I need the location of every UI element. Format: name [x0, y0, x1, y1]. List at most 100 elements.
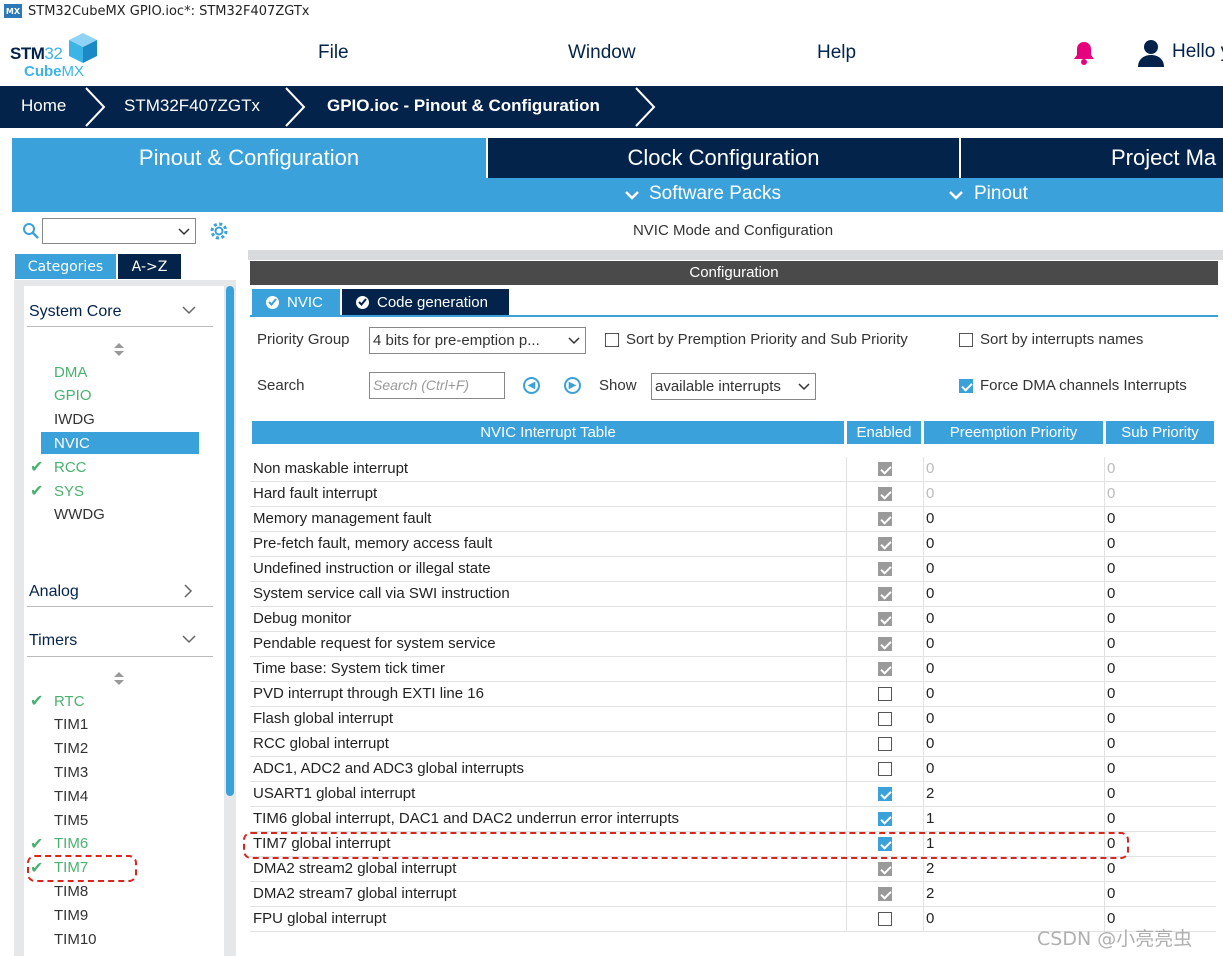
sub-priority-value[interactable]: 0	[1107, 785, 1115, 802]
table-row[interactable]: Non maskable interrupt 0 0	[250, 457, 1216, 482]
sub-priority-value[interactable]: 0	[1107, 710, 1115, 727]
peripheral-item-sys[interactable]: SYS	[54, 480, 84, 502]
sub-priority-value[interactable]: 0	[1107, 760, 1115, 777]
sub-priority-value[interactable]: 0	[1107, 635, 1115, 652]
peripheral-item-gpio[interactable]: GPIO	[54, 385, 92, 407]
peripheral-item-tim10[interactable]: TIM10	[54, 928, 97, 950]
search-previous-icon[interactable]: ◀	[523, 377, 540, 394]
table-row[interactable]: Flash global interrupt 0 0	[250, 707, 1216, 732]
category-timers[interactable]: Timers	[29, 632, 77, 650]
preemption-priority-value[interactable]: 0	[926, 710, 934, 727]
sub-priority-value[interactable]: 0	[1107, 535, 1115, 552]
enabled-checkbox[interactable]	[878, 537, 892, 551]
peripheral-item-tim9[interactable]: TIM9	[54, 904, 88, 926]
menu-file[interactable]: File	[318, 42, 349, 64]
menu-window[interactable]: Window	[568, 42, 636, 64]
preemption-priority-value[interactable]: 0	[926, 910, 934, 927]
enabled-checkbox[interactable]	[878, 787, 892, 801]
enabled-checkbox[interactable]	[878, 862, 892, 876]
breadcrumb-mcu[interactable]: STM32F407ZGTx	[124, 96, 260, 116]
sort-names-checkbox[interactable]	[959, 333, 973, 347]
table-row[interactable]: System service call via SWI instruction 0…	[250, 582, 1216, 607]
sub-priority-value[interactable]: 0	[1107, 885, 1115, 902]
chevron-down-icon[interactable]	[182, 306, 196, 315]
tab-categories[interactable]: Categories	[15, 254, 116, 279]
software-packs-menu[interactable]: Software Packs	[649, 183, 781, 205]
header-interrupt-table[interactable]: NVIC Interrupt Table	[252, 421, 844, 444]
peripheral-item-nvic[interactable]: NVIC	[41, 432, 199, 455]
sub-priority-value[interactable]: 0	[1107, 610, 1115, 627]
tab-a-to-z[interactable]: A->Z	[118, 254, 181, 279]
peripheral-item-wwdg[interactable]: WWDG	[54, 504, 105, 526]
table-row[interactable]: Pendable request for system service 0 0	[250, 632, 1216, 657]
preemption-priority-value[interactable]: 0	[926, 610, 934, 627]
table-row[interactable]: Pre-fetch fault, memory access fault 0 0	[250, 532, 1216, 557]
table-row[interactable]: ADC1, ADC2 and ADC3 global interrupts 0 0	[250, 757, 1216, 782]
enabled-checkbox[interactable]	[878, 912, 892, 926]
sub-priority-value[interactable]: 0	[1107, 810, 1115, 827]
peripheral-item-tim2[interactable]: TIM2	[54, 738, 88, 760]
notification-bell-icon[interactable]	[1072, 40, 1096, 66]
chevron-down-icon[interactable]	[182, 635, 196, 644]
enabled-checkbox[interactable]	[878, 612, 892, 626]
peripheral-item-tim8[interactable]: TIM8	[54, 880, 88, 902]
preemption-priority-value[interactable]: 1	[926, 810, 934, 827]
enabled-checkbox[interactable]	[878, 587, 892, 601]
preemption-priority-value[interactable]: 0	[926, 460, 934, 477]
enabled-checkbox[interactable]	[878, 562, 892, 576]
force-dma-checkbox[interactable]	[959, 379, 973, 393]
tab-clock-configuration[interactable]: Clock Configuration	[488, 138, 959, 178]
table-row[interactable]: RCC global interrupt 0 0	[250, 732, 1216, 757]
enabled-checkbox[interactable]	[878, 512, 892, 526]
search-input[interactable]: Search (Ctrl+F)	[369, 372, 505, 399]
breadcrumb-current[interactable]: GPIO.ioc - Pinout & Configuration	[327, 96, 600, 116]
header-sub-priority[interactable]: Sub Priority	[1106, 421, 1214, 444]
enabled-checkbox[interactable]	[878, 662, 892, 676]
gear-icon[interactable]	[208, 220, 230, 242]
enabled-checkbox[interactable]	[878, 487, 892, 501]
category-scrollbar[interactable]	[226, 286, 234, 796]
enabled-checkbox[interactable]	[878, 812, 892, 826]
menu-help[interactable]: Help	[817, 42, 856, 64]
peripheral-item-tim4[interactable]: TIM4	[54, 785, 88, 807]
table-row[interactable]: Time base: System tick timer 0 0	[250, 657, 1216, 682]
search-next-icon[interactable]: ▶	[564, 377, 581, 394]
enabled-checkbox[interactable]	[878, 687, 892, 701]
pinout-menu[interactable]: Pinout	[974, 183, 1028, 205]
enabled-checkbox[interactable]	[878, 762, 892, 776]
peripheral-item-tim6[interactable]: TIM6	[54, 833, 88, 855]
enabled-checkbox[interactable]	[878, 737, 892, 751]
tab-pinout-configuration[interactable]: Pinout & Configuration	[12, 138, 486, 178]
preemption-priority-value[interactable]: 0	[926, 760, 934, 777]
user-icon[interactable]	[1137, 38, 1165, 68]
table-row[interactable]: Undefined instruction or illegal state 0 0	[250, 557, 1216, 582]
tab-project-manager[interactable]: Project Ma	[961, 138, 1223, 178]
table-row[interactable]: DMA2 stream2 global interrupt 2 0	[250, 857, 1216, 882]
category-system-core[interactable]: System Core	[29, 303, 121, 321]
peripheral-item-rtc[interactable]: RTC	[54, 690, 85, 712]
peripheral-item-tim1[interactable]: TIM1	[54, 714, 88, 736]
preemption-priority-value[interactable]: 0	[926, 535, 934, 552]
sort-arrows-icon[interactable]	[114, 343, 124, 356]
tab-nvic[interactable]: NVIC	[252, 289, 340, 315]
sub-priority-value[interactable]: 0	[1107, 485, 1115, 502]
preemption-priority-value[interactable]: 0	[926, 635, 934, 652]
preemption-priority-value[interactable]: 0	[926, 735, 934, 752]
enabled-checkbox[interactable]	[878, 462, 892, 476]
preemption-priority-value[interactable]: 0	[926, 560, 934, 577]
sub-priority-value[interactable]: 0	[1107, 460, 1115, 477]
table-row[interactable]: PVD interrupt through EXTI line 16 0 0	[250, 682, 1216, 707]
peripheral-item-tim5[interactable]: TIM5	[54, 809, 88, 831]
breadcrumb-home[interactable]: Home	[21, 96, 66, 116]
preemption-priority-value[interactable]: 2	[926, 860, 934, 877]
preemption-priority-value[interactable]: 0	[926, 660, 934, 677]
table-row[interactable]: DMA2 stream7 global interrupt 2 0	[250, 882, 1216, 907]
peripheral-item-iwdg[interactable]: IWDG	[54, 409, 95, 431]
peripheral-item-rcc[interactable]: RCC	[54, 456, 87, 478]
sub-priority-value[interactable]: 0	[1107, 735, 1115, 752]
table-row[interactable]: TIM6 global interrupt, DAC1 and DAC2 und…	[250, 807, 1216, 832]
preemption-priority-value[interactable]: 0	[926, 585, 934, 602]
enabled-checkbox[interactable]	[878, 887, 892, 901]
category-analog[interactable]: Analog	[29, 583, 79, 601]
preemption-priority-value[interactable]: 0	[926, 485, 934, 502]
